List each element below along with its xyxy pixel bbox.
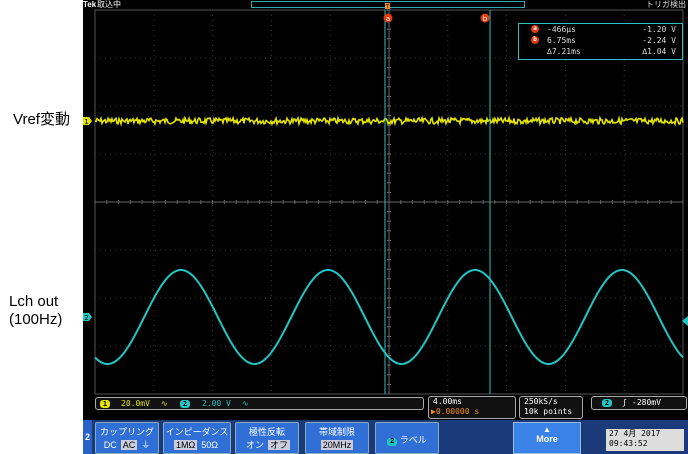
bottom-menu: 2 カップリング DC AC ⏚ インピーダンス 1MΩ 50Ω 極性反転 オン オフ … (83, 420, 688, 454)
label-channel-badge: 2 (387, 438, 398, 446)
impedance-50-option[interactable]: 50Ω (199, 440, 220, 450)
coupling-dc-option[interactable]: DC (102, 440, 119, 450)
trigger-position: ▶0.00000 s (431, 407, 480, 416)
channel-tab[interactable]: 2 (83, 420, 92, 454)
ch2-badge: 2 (180, 400, 190, 408)
cursor-a-volt: -1.20 V (642, 25, 676, 34)
invert-off-option[interactable]: オフ (268, 440, 291, 450)
ch1-bw-icon: ∿ (161, 399, 168, 408)
coupling-ground-option[interactable]: ⏚ (139, 440, 152, 450)
label-button-text: ラベル (399, 435, 427, 445)
impedance-1m-option[interactable]: 1MΩ (174, 440, 198, 450)
vref-annotation: Vref変動 (13, 111, 70, 128)
invert-button[interactable]: 極性反転 オン オフ (235, 422, 299, 454)
acquisition-readout[interactable]: 250kS/s 10k points (519, 396, 583, 419)
ch2-ground-tag: 2 (84, 314, 88, 322)
coupling-button[interactable]: カップリング DC AC ⏚ (95, 422, 159, 454)
cursor-b-time: 6.75ms (547, 36, 576, 45)
sample-rate: 250kS/s (524, 397, 558, 406)
coupling-ac-option[interactable]: AC (120, 440, 138, 450)
ch1-ground-tag: 1 (84, 118, 88, 126)
more-up-icon: ▲ (543, 425, 551, 434)
graticule (94, 9, 684, 395)
impedance-button[interactable]: インピーダンス 1MΩ 50Ω (163, 422, 231, 454)
cursor-b-tag: b (483, 15, 488, 23)
ch1-scale: 20.0mV (121, 399, 150, 408)
bandwidth-title: 帯域制限 (318, 427, 355, 437)
impedance-title: インピーダンス (165, 427, 229, 437)
time-per-div: 4.00ms (433, 397, 462, 406)
ch2-scale: 2.00 V (202, 399, 231, 408)
lch-annotation-line2: (100Hz) (9, 311, 63, 328)
cursor-a-time: -466µs (547, 25, 576, 34)
horizontal-readout[interactable]: 4.00ms ▶0.00000 s (428, 396, 516, 419)
invert-title: 極性反転 (248, 427, 285, 437)
date-text: 27 4月 2017 (609, 429, 661, 438)
cursor-readout: a -466µs -1.20 V b 6.75ms -2.24 V ∆7.21ms ∆1.… (518, 23, 683, 60)
channel-scale-bar[interactable]: 1 20.0mV ∿ 2 2.00 V ∿ (95, 397, 424, 410)
more-label: More (536, 434, 558, 444)
label-button[interactable]: 2 ラベル (375, 422, 439, 454)
invert-on-option[interactable]: オン (244, 440, 266, 450)
record-length: 10k points (524, 407, 573, 416)
waveform-area: a b T 1 2 (83, 3, 688, 395)
cursor-b-volt: -2.24 V (642, 36, 676, 45)
lch-annotation-line1: Lch out (9, 293, 59, 310)
trigger-slope-icon: ʃ (622, 398, 627, 407)
cursor-delta-time: ∆7.21ms (547, 47, 581, 56)
more-button[interactable]: ▲ More (513, 422, 581, 454)
ch1-badge: 1 (100, 400, 110, 408)
trigger-level: -280mV (632, 398, 661, 407)
oscilloscope-screen: Tek 取込中 トリガ検出 a b T 1 2 a -466µs -1.20 V b… (83, 0, 688, 454)
bandwidth-button[interactable]: 帯域制限 20MHz (305, 422, 369, 454)
bandwidth-value: 20MHz (320, 440, 354, 450)
cursor-delta-volt: ∆1.04 V (642, 47, 676, 56)
cursor-a-icon: a (531, 25, 539, 33)
ch2-bw-icon: ∿ (242, 399, 249, 408)
coupling-title: カップリング (99, 427, 154, 437)
trigger-source: 2 (602, 399, 612, 407)
datetime-display: 27 4月 2017 09:43:52 (606, 429, 684, 451)
cursor-a-tag: a (386, 15, 390, 23)
trigger-readout[interactable]: 2 ʃ -280mV (591, 396, 687, 410)
cursor-b-icon: b (531, 36, 539, 44)
time-text: 09:43:52 (609, 439, 648, 448)
